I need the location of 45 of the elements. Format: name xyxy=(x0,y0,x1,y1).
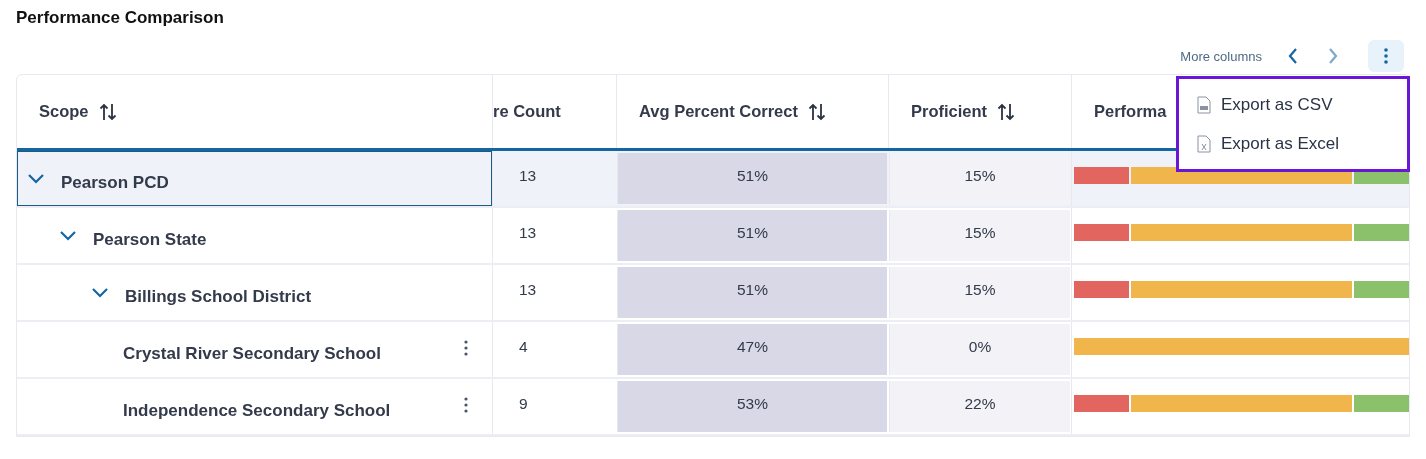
sort-icon[interactable] xyxy=(98,101,117,122)
count-cell: 9 xyxy=(519,394,528,413)
column-header[interactable]: Proficient xyxy=(911,102,988,121)
column-header: re Count xyxy=(493,102,561,121)
chevron-down-icon[interactable] xyxy=(59,229,77,242)
proficient-cell: 0% xyxy=(889,324,1070,375)
more-columns-label: More columns xyxy=(1180,48,1262,64)
proficient-cell: 15% xyxy=(889,210,1070,261)
table-row[interactable]: Crystal River Secondary School 4 47% 0% xyxy=(17,322,1409,379)
table-row[interactable]: Independence Secondary School 9 53% 22% xyxy=(17,379,1409,436)
more-options-icon[interactable] xyxy=(464,397,468,413)
more-options-button[interactable] xyxy=(1368,40,1404,72)
sort-icon[interactable] xyxy=(807,101,826,122)
percent-correct-cell: 51% xyxy=(617,210,887,261)
proficient-cell: 15% xyxy=(889,267,1070,318)
percent-correct-cell: 51% xyxy=(617,153,887,204)
percent-correct-cell: 51% xyxy=(617,267,887,318)
count-cell: 13 xyxy=(519,280,537,299)
scope-name: Crystal River Secondary School xyxy=(123,342,381,364)
scope-name: Independence Secondary School xyxy=(123,399,391,421)
chevron-down-icon[interactable] xyxy=(27,172,45,185)
sort-icon[interactable] xyxy=(997,101,1016,122)
chevron-down-icon[interactable] xyxy=(91,286,109,299)
column-header[interactable]: Scope xyxy=(39,102,89,121)
more-options-icon[interactable] xyxy=(464,340,468,356)
chevron-left-icon[interactable] xyxy=(1287,47,1299,65)
scope-name: Pearson State xyxy=(93,228,207,250)
more-options-icon[interactable] xyxy=(1384,48,1388,64)
count-cell: 13 xyxy=(519,223,537,242)
percent-correct-cell: 47% xyxy=(617,324,887,375)
menu-item[interactable]: Export as CSV xyxy=(1179,85,1407,124)
percent-correct-cell: 53% xyxy=(617,381,887,432)
excel-file-icon xyxy=(1197,134,1211,153)
table-row[interactable]: Billings School District 13 51% 15% xyxy=(17,265,1409,322)
column-header[interactable]: Avg Percent Correct xyxy=(639,102,798,121)
scope-name: Pearson PCD xyxy=(61,171,169,193)
count-cell: 13 xyxy=(519,166,537,185)
scope-name: Billings School District xyxy=(125,285,312,307)
table-row[interactable]: Pearson State 13 51% 15% xyxy=(17,208,1409,265)
count-cell: 4 xyxy=(519,337,528,356)
proficient-cell: 22% xyxy=(889,381,1070,432)
column-header: Performa xyxy=(1094,102,1167,121)
table-row[interactable]: Pearson PCD 13 51% 15% xyxy=(17,151,1409,208)
csv-file-icon xyxy=(1197,95,1211,114)
section-title: Performance Comparison xyxy=(16,8,225,29)
